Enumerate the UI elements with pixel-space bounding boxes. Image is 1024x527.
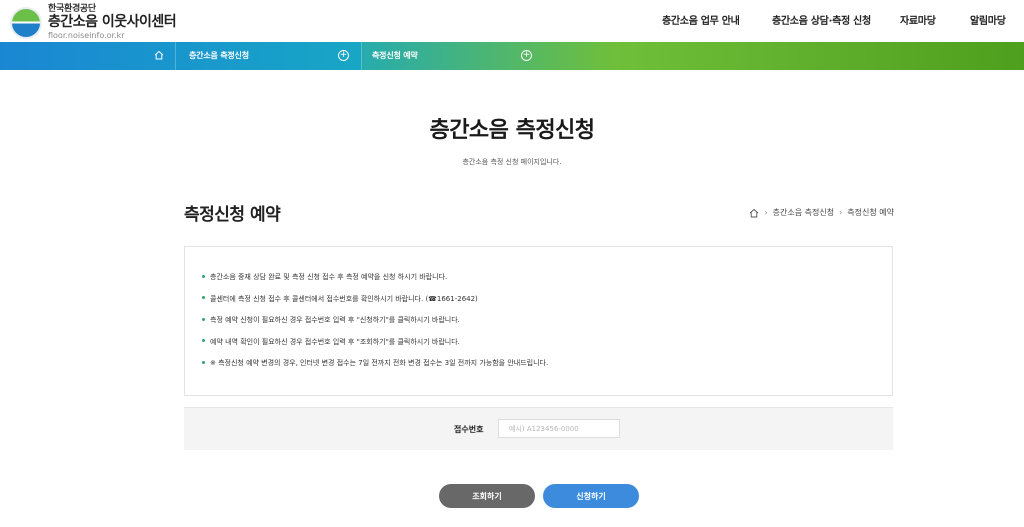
notice-item: 예약 내역 확인이 필요하신 경우 접수번호 입력 후 "조회하기"를 클릭하시… [202, 337, 548, 359]
page-title: 층간소음 측정신청 [429, 118, 595, 143]
page-subtitle: 층간소음 측정 신청 페이지입니다. [462, 158, 562, 166]
gnb-item-notice[interactable]: 알림마당 [970, 12, 1006, 27]
reception-number-label: 접수번호 [454, 425, 484, 434]
bullet-icon [202, 274, 205, 278]
location-navbar: 층간소음 측정신청 + 측정신청 예약 + [0, 42, 1024, 70]
site-logo[interactable]: 한국환경공단 층간소음 이웃사이센터 floor.noiseinfo.or.kr [10, 4, 177, 41]
plus-icon[interactable]: + [338, 50, 349, 61]
gnb-item-consult[interactable]: 층간소음 상담·측정 신청 [772, 12, 871, 27]
section-title: 측정신청 예약 [184, 205, 281, 225]
logo-emblem-icon [10, 7, 42, 39]
apply-button[interactable]: 신청하기 [543, 484, 639, 508]
notice-item: ※ 측정신청 예약 변경의 경우, 인터넷 변경 접수는 7일 전까지 전화 변… [202, 358, 548, 380]
notice-box: 층간소음 중재 상담 완료 및 측정 신청 접수 후 측정 예약을 신청 하시기… [184, 246, 893, 396]
bullet-icon [202, 317, 205, 321]
gnb-item-guide[interactable]: 층간소음 업무 안내 [662, 12, 740, 27]
gnb-item-resources[interactable]: 자료마당 [900, 12, 936, 27]
breadcrumb-item[interactable]: 층간소음 측정신청 [773, 207, 834, 218]
home-icon[interactable] [154, 50, 164, 60]
reception-number-input[interactable] [498, 419, 620, 438]
home-icon[interactable] [749, 208, 759, 218]
breadcrumb-item-current: 측정신청 예약 [847, 208, 894, 217]
notice-list: 층간소음 중재 상담 완료 및 측정 신청 접수 후 측정 예약을 신청 하시기… [202, 272, 548, 380]
query-button[interactable]: 조회하기 [439, 484, 535, 508]
nav-item-reservation[interactable]: 측정신청 예약 [372, 50, 418, 61]
notice-item: 콜센터에 측정 신청 접수 후 콜센터에서 접수번호를 확인하시기 바랍니다. … [202, 294, 548, 316]
notice-item: 측정 예약 신청이 필요하신 경우 접수번호 입력 후 "신청하기"를 클릭하시… [202, 315, 548, 337]
chevron-right-icon: › [764, 208, 768, 217]
chevron-right-icon: › [839, 208, 843, 217]
site-name: 층간소음 이웃사이센터 [48, 14, 177, 30]
bullet-icon [202, 339, 205, 342]
bullet-icon [202, 360, 205, 364]
org-name: 한국환경공단 [48, 4, 96, 14]
reception-form: 접수번호 [184, 407, 893, 450]
site-url: floor.noiseinfo.or.kr [48, 31, 125, 40]
site-header: 한국환경공단 층간소음 이웃사이센터 floor.noiseinfo.or.kr… [0, 0, 1024, 42]
bullet-icon [202, 296, 205, 299]
notice-item: 층간소음 중재 상담 완료 및 측정 신청 접수 후 측정 예약을 신청 하시기… [202, 272, 548, 294]
nav-item-measure-apply[interactable]: 층간소음 측정신청 [189, 50, 249, 61]
breadcrumb: › 층간소음 측정신청 › 측정신청 예약 [749, 207, 894, 218]
plus-icon[interactable]: + [521, 50, 532, 61]
